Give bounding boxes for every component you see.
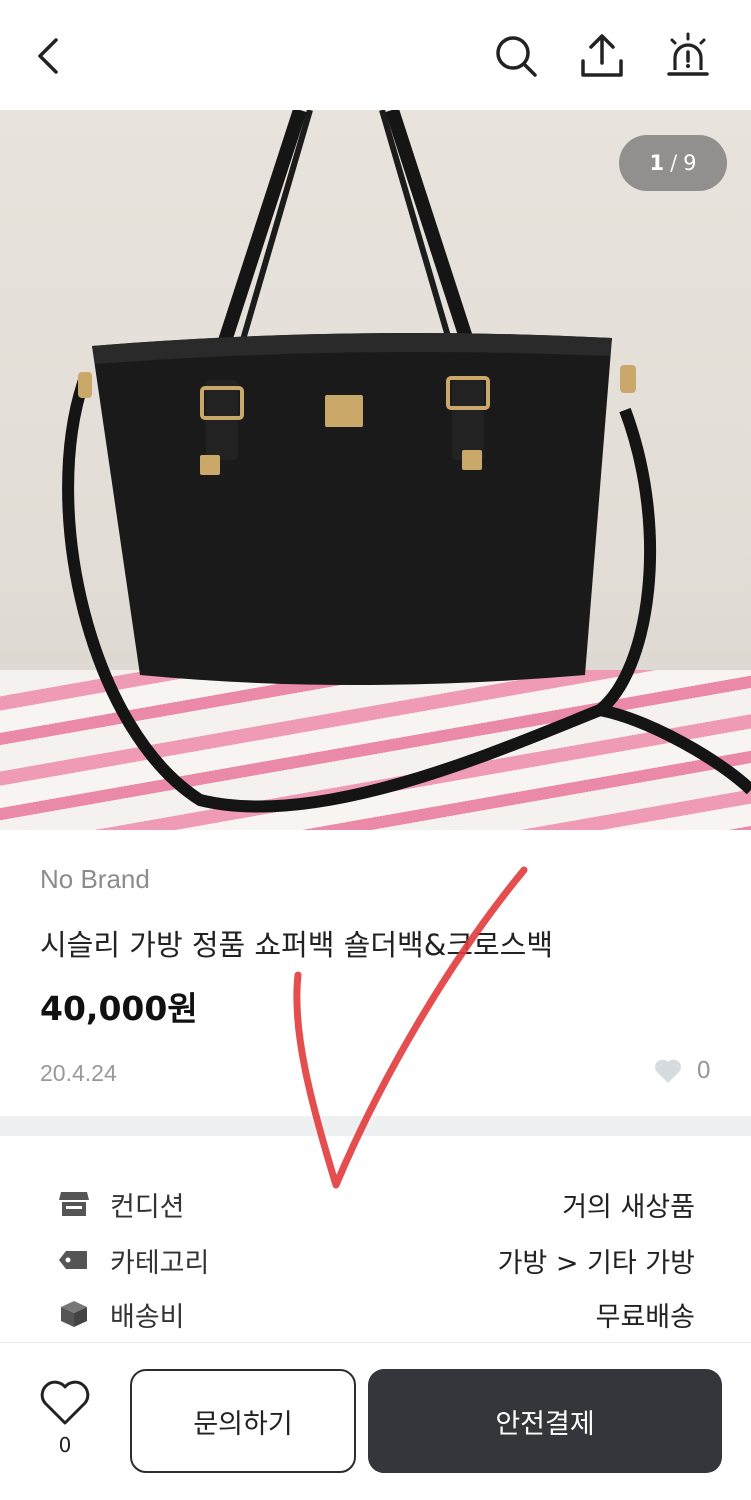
store-icon [56, 1186, 92, 1222]
spec-value: 무료배송 [595, 1301, 695, 1333]
safe-payment-button[interactable]: 안전결제 [368, 1369, 722, 1473]
report-button[interactable] [656, 24, 720, 88]
spec-label: 카테고리 [110, 1247, 210, 1279]
tag-icon [56, 1242, 92, 1278]
share-button[interactable] [570, 24, 634, 88]
image-counter-current: 1 [649, 151, 665, 175]
bottom-action-bar: 0 문의하기 안전결제 [0, 1342, 751, 1500]
inquiry-button[interactable]: 문의하기 [130, 1369, 356, 1473]
posted-date: 20.4.24 [40, 1060, 117, 1086]
heart-filled-icon [655, 1059, 682, 1083]
alarm-siren-icon [667, 32, 709, 76]
chevron-left-icon [38, 38, 58, 74]
spec-row-shipping: 배송비 무료배송 [56, 1294, 695, 1334]
search-button[interactable] [484, 24, 548, 88]
section-divider [0, 1116, 751, 1136]
spec-row-condition: 컨디션 거의 새상품 [56, 1184, 695, 1224]
box-icon [56, 1296, 92, 1332]
search-icon [496, 36, 537, 77]
heart-outline-icon [40, 1380, 90, 1425]
product-image-carousel[interactable]: 1 / 9 [0, 110, 751, 830]
product-specs: 컨디션 거의 새상품 카테고리 가방 > 기타 가방 배송비 무료배송 [0, 1136, 751, 1342]
image-counter-total: 9 [683, 151, 697, 175]
product-title: 시슬리 가방 정품 쇼퍼백 숄더백&크로스백 [40, 928, 554, 962]
back-button[interactable] [18, 24, 82, 88]
product-photo-bag [62, 110, 751, 813]
product-price: 40,000원 [40, 989, 198, 1028]
top-navigation-bar [0, 0, 751, 110]
product-info-section: No Brand 시슬리 가방 정품 쇼퍼백 숄더백&크로스백 40,000원 … [0, 830, 751, 1116]
wish-count: 0 [58, 1433, 72, 1457]
spec-value: 거의 새상품 [562, 1191, 695, 1223]
spec-label: 컨디션 [110, 1191, 185, 1223]
spec-row-category: 카테고리 가방 > 기타 가방 [56, 1240, 695, 1280]
wish-button[interactable]: 0 [36, 1379, 94, 1457]
spec-value[interactable]: 가방 > 기타 가방 [498, 1241, 695, 1280]
like-count-value: 0 [696, 1058, 711, 1084]
brand-label[interactable]: No Brand [40, 864, 150, 895]
image-counter-separator: / [670, 151, 678, 175]
share-icon [581, 34, 623, 77]
image-counter-badge: 1 / 9 [619, 135, 727, 191]
spec-label: 배송비 [110, 1301, 185, 1333]
like-count: 0 [654, 1058, 711, 1084]
